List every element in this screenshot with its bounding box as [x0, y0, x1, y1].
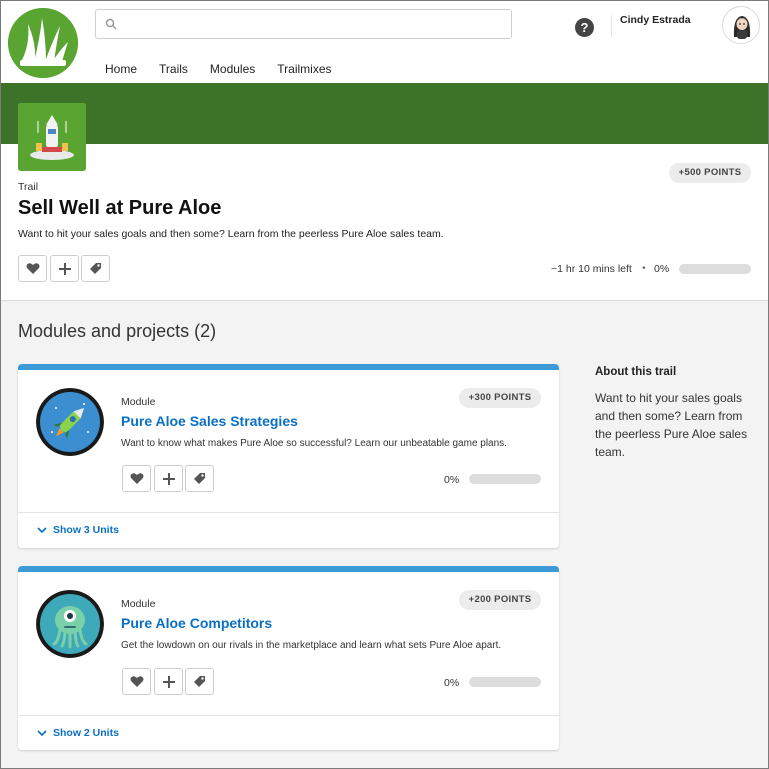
top-header: Home Trails Modules Trailmixes ? Cindy E… — [1, 1, 768, 83]
header-divider — [611, 15, 612, 37]
user-name[interactable]: Cindy Estrada — [620, 14, 691, 26]
heart-icon — [130, 676, 143, 687]
favorite-button[interactable] — [122, 668, 151, 695]
module-card-accent — [18, 364, 559, 370]
nav-trails[interactable]: Trails — [159, 62, 188, 76]
trail-banner — [1, 83, 768, 144]
module-description: Want to know what makes Pure Aloe so suc… — [121, 438, 507, 449]
add-to-trailmix-button[interactable] — [154, 465, 183, 492]
help-icon[interactable]: ? — [575, 18, 594, 37]
favorite-button[interactable] — [18, 255, 47, 282]
card-divider — [18, 715, 559, 716]
show-units-label: Show 3 Units — [53, 524, 119, 536]
tag-icon — [194, 473, 205, 484]
trail-badge — [18, 103, 86, 171]
module-description: Get the lowdown on our rivals in the mar… — [121, 640, 502, 651]
nav-modules[interactable]: Modules — [210, 62, 255, 76]
main-nav: Home Trails Modules Trailmixes — [105, 62, 354, 76]
alien-icon — [36, 590, 104, 658]
plus-icon — [58, 262, 71, 275]
add-to-trailmix-button[interactable] — [50, 255, 79, 282]
about-trail-title: About this trail — [595, 366, 677, 378]
search-box[interactable] — [95, 9, 512, 39]
page-frame: Home Trails Modules Trailmixes ? Cindy E… — [0, 0, 769, 769]
card-divider — [18, 512, 559, 513]
tag-button[interactable] — [81, 255, 110, 282]
module-kind-label: Module — [121, 598, 156, 610]
tag-icon — [194, 676, 205, 687]
trail-progress-bar — [679, 264, 751, 274]
user-avatar-icon — [723, 7, 759, 43]
modules-section-title: Modules and projects (2) — [18, 321, 217, 341]
module-card-accent — [18, 566, 559, 572]
module-card: Module Pure Aloe Competitors Get the low… — [18, 566, 559, 750]
trail-header-card — [1, 144, 768, 301]
favorite-button[interactable] — [122, 465, 151, 492]
trailhead-logo[interactable] — [8, 8, 78, 78]
time-left: ~1 hr 10 mins left — [551, 263, 632, 275]
nav-trailmixes[interactable]: Trailmixes — [277, 62, 331, 76]
add-to-trailmix-button[interactable] — [154, 668, 183, 695]
module-kind-label: Module — [121, 396, 156, 408]
module-card: Module Pure Aloe Sales Strategies Want t… — [18, 364, 559, 548]
tag-button[interactable] — [185, 465, 214, 492]
module-progress-percent: 0% — [444, 474, 460, 486]
module-progress-bar — [469, 677, 541, 687]
module-points-badge: +200 POINTS — [459, 590, 541, 610]
trail-progress-percent: 0% — [654, 263, 670, 275]
nav-home[interactable]: Home — [105, 62, 137, 76]
separator-dot: • — [642, 262, 646, 274]
trail-points-badge: +500 POINTS — [669, 163, 751, 183]
module-title-link[interactable]: Pure Aloe Competitors — [121, 615, 272, 631]
module-title-link[interactable]: Pure Aloe Sales Strategies — [121, 413, 298, 429]
tag-icon — [90, 263, 101, 274]
show-units-label: Show 2 Units — [53, 727, 119, 739]
about-trail-body: Want to hit your sales goals and then so… — [595, 391, 748, 459]
search-icon — [105, 18, 117, 30]
avatar[interactable] — [722, 6, 760, 44]
grass-logo-icon — [8, 8, 78, 78]
tag-button[interactable] — [185, 668, 214, 695]
rocket-icon — [36, 388, 104, 456]
show-units-toggle[interactable]: Show 3 Units — [37, 524, 119, 536]
trail-description: Want to hit your sales goals and then so… — [18, 228, 444, 240]
trail-type-label: Trail — [18, 181, 39, 193]
module-progress-percent: 0% — [444, 677, 460, 689]
search-input[interactable] — [122, 14, 502, 34]
plus-icon — [162, 472, 175, 485]
chevron-down-icon — [37, 729, 47, 736]
plus-icon — [162, 675, 175, 688]
module-points-badge: +300 POINTS — [459, 388, 541, 408]
heart-icon — [130, 473, 143, 484]
heart-icon — [26, 263, 39, 274]
module-progress-bar — [469, 474, 541, 484]
rocket-launch-icon — [18, 103, 86, 171]
chevron-down-icon — [37, 526, 47, 533]
show-units-toggle[interactable]: Show 2 Units — [37, 727, 119, 739]
page-title: Sell Well at Pure Aloe — [18, 197, 222, 219]
